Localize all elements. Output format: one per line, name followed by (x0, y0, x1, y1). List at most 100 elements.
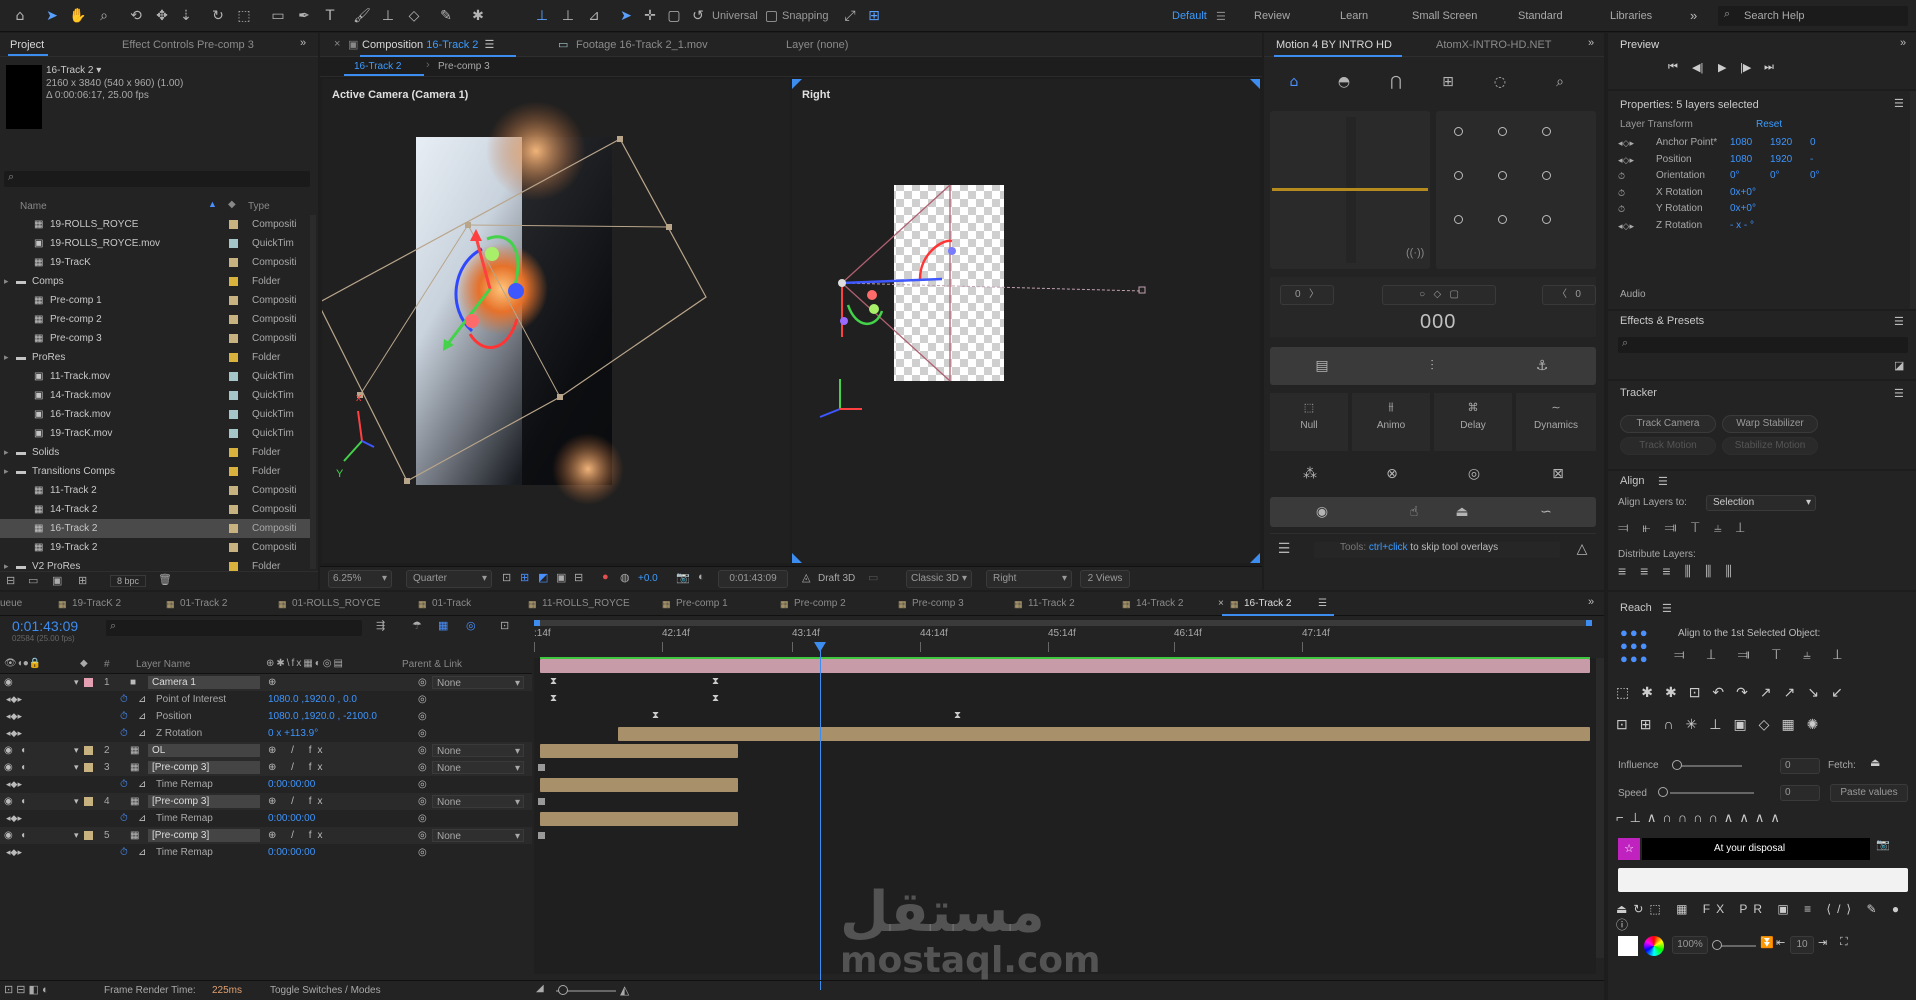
timeline-tab[interactable]: ▦ 14-Track 2 (1114, 592, 1222, 616)
expand-arrow-icon[interactable]: ▾ (74, 827, 79, 844)
zoom-in-icon[interactable]: ◭ (620, 983, 629, 997)
null-button[interactable]: ⬚ Null (1270, 393, 1348, 451)
label-swatch[interactable] (229, 315, 238, 324)
stopwatch-icon[interactable]: ⏱ (120, 776, 128, 793)
fast-preview-icon[interactable]: ⊡ (502, 571, 511, 584)
stack-action-icon[interactable]: ⏏ (1450, 501, 1474, 523)
particles-icon[interactable]: ⁂ (1298, 463, 1322, 485)
label-swatch[interactable] (229, 410, 238, 419)
ease-type-buttons[interactable]: ○ ◇ ▢ (1382, 285, 1496, 305)
audio-icon[interactable]: ◖ (20, 759, 26, 776)
pickwhip-icon[interactable]: ◎ (418, 759, 427, 776)
trash-icon[interactable]: 🗑 (158, 573, 172, 586)
views-select[interactable]: 2 Views (1080, 570, 1130, 588)
panel-menu-icon[interactable]: ☰ (1894, 315, 1904, 328)
pickwhip-icon[interactable]: ◎ (418, 793, 427, 810)
layer-name[interactable]: OL (148, 744, 260, 757)
pan-behind-icon[interactable]: ⬚ (232, 5, 256, 27)
layer-label-swatch[interactable] (84, 763, 93, 772)
timeline-layer-row[interactable]: ◉ ▾ 1 ■ Camera 1 ⊕ ◎ None ▾ (0, 674, 532, 691)
track-motion-button[interactable]: Track Motion (1620, 437, 1716, 455)
timeline-tab[interactable]: ueue (0, 592, 50, 616)
stopwatch-icon[interactable]: ⏱ (120, 844, 128, 861)
property-value[interactable]: 0:00:00:00 (268, 810, 315, 827)
keyframe-nav-icon[interactable]: ◂◆▸ (6, 844, 22, 861)
panel-menu-icon[interactable]: ☰ (1662, 602, 1672, 615)
parent-select[interactable]: None ▾ (432, 795, 524, 808)
zoom-select[interactable]: 6.25% ▾ (328, 570, 392, 588)
tab-effect-controls[interactable]: Effect Controls Pre-comp 3 (122, 33, 254, 57)
project-item[interactable]: ▦ Pre-comp 2 Compositi (0, 310, 310, 329)
bpc-label[interactable]: 8 bpc (110, 575, 147, 587)
toggle-switches-modes[interactable]: Toggle Switches / Modes (270, 985, 381, 996)
step-back-icon[interactable]: ⇤ (1776, 936, 1785, 949)
workspace-more-icon[interactable]: » (1690, 8, 1697, 23)
expression-icon[interactable]: ◎ (418, 691, 427, 708)
selection-tool-icon[interactable]: ➤ (40, 5, 64, 27)
channel-icon[interactable]: ● (602, 571, 609, 583)
zoom-tool-icon[interactable]: ⌕ (92, 5, 116, 27)
current-time-display[interactable]: 0:01:43:09 (718, 570, 788, 588)
project-item[interactable]: ▸ ▬ ProRes Folder (0, 348, 310, 367)
expand-arrow-icon[interactable]: ▾ (74, 759, 79, 776)
timeline-tab[interactable]: ▦ 19-TracK 2 (50, 592, 158, 616)
camera-snap-icon[interactable]: 📷 (1876, 838, 1890, 851)
layer-duration-bar[interactable] (618, 727, 1590, 741)
parent-select[interactable]: None ▾ (432, 744, 524, 757)
property-value-1[interactable]: - x - ° (1730, 218, 1754, 234)
exposure-value[interactable]: +0.0 (638, 573, 658, 584)
layer-label-swatch[interactable] (84, 746, 93, 755)
comp-flowchart-icon[interactable]: ⇶ (376, 619, 385, 632)
project-item[interactable]: ▦ 19-TracK Compositi (0, 253, 310, 272)
handle-6[interactable] (404, 478, 410, 484)
gizmo-green-handle[interactable] (485, 247, 499, 261)
opacity-thumb[interactable] (1712, 940, 1722, 950)
opacity-slider[interactable] (1716, 945, 1756, 947)
parent-select[interactable]: None ▾ (432, 676, 524, 689)
sort-up-icon[interactable]: ▲ (208, 199, 217, 209)
label-col-icon[interactable]: ◆ (228, 199, 236, 210)
label-swatch[interactable] (229, 486, 238, 495)
play-icon[interactable]: ▶ (1718, 61, 1726, 74)
property-value-2[interactable]: 1920 (1770, 152, 1792, 168)
audio-icon[interactable]: ◖ (20, 742, 26, 759)
workspace-menu-icon[interactable]: ☰ (1216, 10, 1226, 23)
rectangle-tool-icon[interactable]: ▭ (266, 5, 290, 27)
new-comp-icon[interactable]: ▣ (52, 574, 62, 587)
label-swatch[interactable] (229, 543, 238, 552)
audio-icon[interactable]: ◖ (20, 827, 26, 844)
broadcast-icon[interactable]: ((·)) (1406, 247, 1424, 259)
timeline-tab[interactable]: ▦ 01-Track (410, 592, 520, 616)
timeline-layer-row[interactable]: ◉ ◖ ▾ 5 ▦ [Pre-comp 3] ⊕ / fx ◎ None ▾ (0, 827, 532, 844)
label-swatch[interactable] (229, 524, 238, 533)
curve-action-icon[interactable]: ∽ (1534, 501, 1558, 523)
tab-menu-icon[interactable]: ☰ (481, 39, 494, 51)
dolly-tool-icon[interactable]: ⇣ (174, 5, 198, 27)
tab-footage[interactable]: Footage 16-Track 2_1.mov (576, 33, 708, 57)
influence-input[interactable]: 0 (1780, 758, 1820, 774)
track-camera-button[interactable]: Track Camera (1620, 415, 1716, 433)
project-item[interactable]: ▸ ▬ Transitions Comps Folder (0, 462, 310, 481)
first-frame-icon[interactable]: ⏮ (1668, 61, 1678, 74)
reach-grid-icon[interactable]: ●●● ●●● ●●● (1620, 626, 1664, 670)
properties-scrollbar[interactable] (1910, 91, 1916, 309)
roto-brush-icon[interactable]: ✎ (434, 5, 458, 27)
timeline-tab[interactable]: ▦ 11-Track 2 (1006, 592, 1114, 616)
workspace-standard[interactable]: Standard (1518, 10, 1563, 22)
viewer-right[interactable]: Right (792, 79, 1260, 563)
eye-icon[interactable]: ◉ (4, 759, 13, 776)
close-tab-icon[interactable]: × (1218, 592, 1224, 616)
project-item[interactable]: ▦ 16-Track 2 Compositi (0, 519, 310, 538)
layer-name[interactable]: [Pre-comp 3] (148, 829, 260, 842)
speed-thumb[interactable] (1658, 787, 1668, 797)
property-value[interactable]: 0:00:00:00 (268, 844, 315, 861)
show-snapshot-icon[interactable]: ◐ (698, 571, 705, 583)
property-value-3[interactable]: 0 (1810, 135, 1816, 151)
project-search-input[interactable]: ⌕ (4, 171, 310, 187)
right-red-handle[interactable] (867, 290, 877, 300)
layer-duration-bar[interactable] (540, 778, 738, 792)
motion-blur-icon[interactable]: ◎ (466, 619, 476, 632)
path-nav-icon[interactable]: ⋂ (1384, 71, 1408, 93)
keyframe-icon[interactable]: ⧗ (652, 710, 659, 721)
hand-tool-icon[interactable]: ✋ (66, 5, 90, 27)
